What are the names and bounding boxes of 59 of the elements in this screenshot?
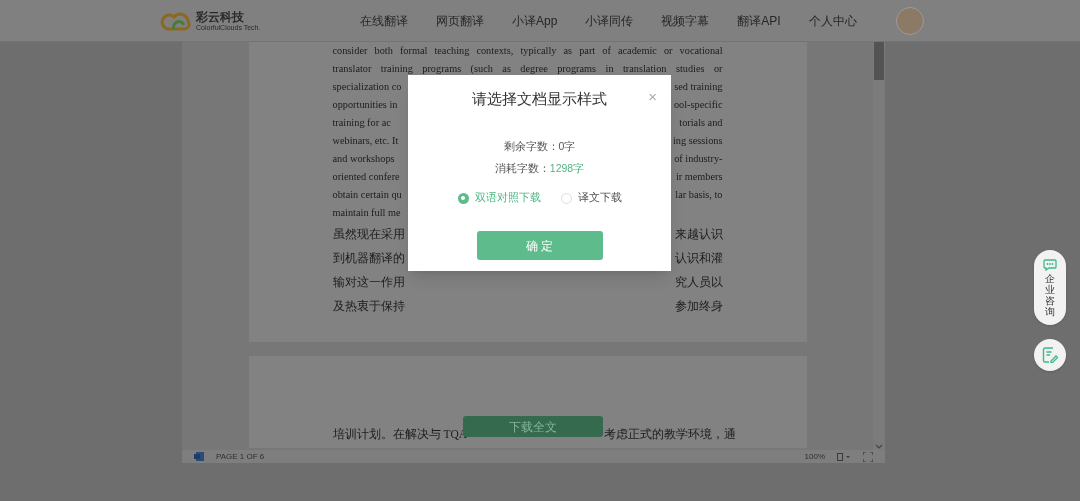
feedback-button[interactable]: [1034, 339, 1066, 371]
document-text: webinars, etc. It: [332, 135, 399, 146]
document-text: translator training programs (such as degree programs in translation studies or: [332, 62, 723, 76]
dialog-title: 请选择文档显示样式: [472, 90, 607, 109]
scrollbar-thumb[interactable]: [874, 42, 884, 80]
document-text: 到机器翻译的: [332, 252, 405, 264]
consumed-value: 1298字: [549, 160, 585, 176]
document-text: of industry-: [674, 153, 723, 164]
consult-pill[interactable]: 企业咨询: [1034, 250, 1066, 325]
nav-link[interactable]: 网页翻译: [436, 11, 484, 30]
nav-link[interactable]: 翻译API: [737, 11, 781, 30]
scroll-down-icon[interactable]: [875, 444, 883, 450]
document-text: ool-specific: [673, 99, 723, 110]
remaining-value: 0字: [558, 138, 576, 154]
document-text: and workshops: [332, 153, 395, 164]
nav-link[interactable]: 小译App: [512, 11, 558, 30]
word-document-icon: [194, 452, 204, 461]
chat-icon: [1043, 259, 1057, 271]
document-text: 考虑正式的教学环境，通: [603, 428, 736, 440]
logo-name: 彩云科技: [196, 10, 245, 23]
nav-link[interactable]: 在线翻译: [360, 11, 408, 30]
document-text: 来越认识: [674, 228, 723, 240]
nav-link[interactable]: 小译同传: [585, 11, 634, 30]
document-text: sed training: [674, 81, 723, 92]
radio-option[interactable]: 译文下载: [560, 190, 622, 206]
zoom-level: 100%: [804, 450, 825, 463]
document-text: maintain full me: [332, 207, 401, 218]
view-mode-icon[interactable]: [837, 452, 851, 461]
fullscreen-icon[interactable]: [863, 451, 873, 462]
confirm-button[interactable]: 确 定: [476, 231, 603, 260]
document-text: opportunities in: [332, 99, 398, 110]
document-text: 究人员以: [674, 276, 723, 288]
note-edit-icon: [1042, 347, 1058, 363]
cloud-logo-icon: [160, 10, 192, 31]
document-text: training for ac: [332, 117, 391, 128]
document-text: 虽然现在采用: [332, 228, 405, 240]
nav-link[interactable]: 个人中心: [808, 11, 857, 30]
remaining-label: 剩余字数：: [503, 138, 559, 154]
radio-option[interactable]: 双语对照下载: [457, 190, 541, 206]
avatar[interactable]: [896, 6, 924, 35]
scrollbar[interactable]: [873, 42, 885, 450]
consumed-label: 消耗字数：: [494, 160, 550, 176]
document-text: 及热衷于保持: [332, 300, 405, 312]
document-text: 输对这一作用: [332, 276, 405, 288]
document-text: lar basis, to: [675, 189, 723, 200]
document-text: torials and: [679, 117, 723, 128]
document-text: specialization co: [332, 81, 402, 92]
document-text: ir members: [675, 171, 723, 182]
close-button[interactable]: ×: [648, 89, 657, 104]
download-full-text-button[interactable]: 下载全文: [463, 416, 603, 437]
page-indicator: PAGE 1 OF 6: [216, 450, 265, 463]
document-text: oriented confere: [332, 171, 400, 182]
document-text: consider both formal teaching contexts, typically as part of academic or vocational: [332, 44, 723, 58]
nav-link[interactable]: 视频字幕: [661, 11, 710, 30]
document-text: obtain certain qu: [332, 189, 402, 200]
document-text: ing sessions: [673, 135, 723, 146]
document-text: 认识和灌: [674, 252, 723, 264]
consult-label: 企业咨询: [1045, 273, 1055, 317]
document-text: 参加终身: [674, 300, 723, 312]
